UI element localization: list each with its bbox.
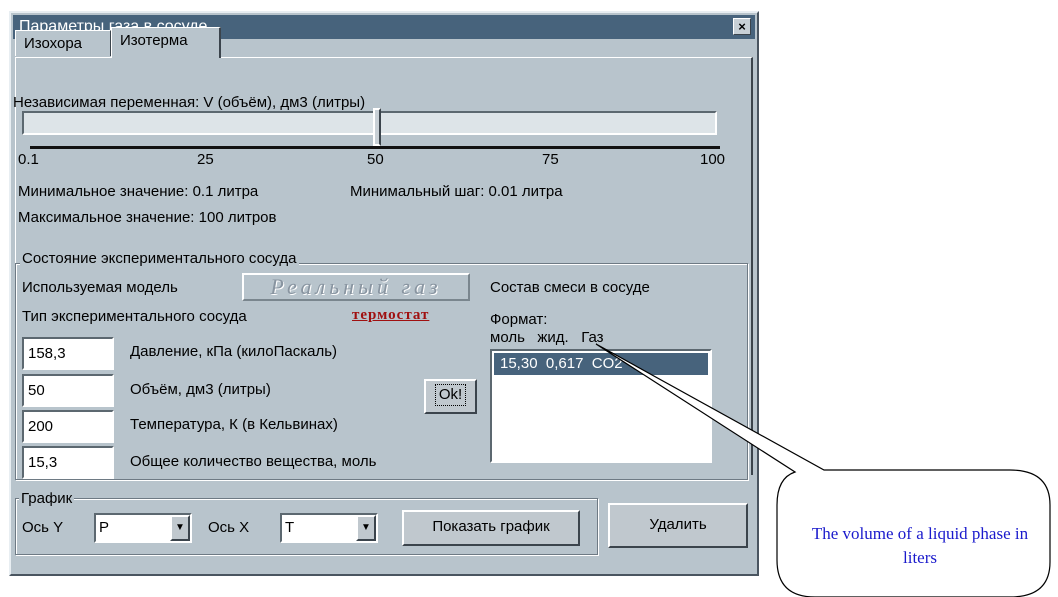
callout-text: The volume of a liquid phase in liters bbox=[811, 524, 1029, 567]
tab-isotherm[interactable]: Изотерма bbox=[111, 27, 221, 58]
callout-shape bbox=[595, 343, 1051, 597]
